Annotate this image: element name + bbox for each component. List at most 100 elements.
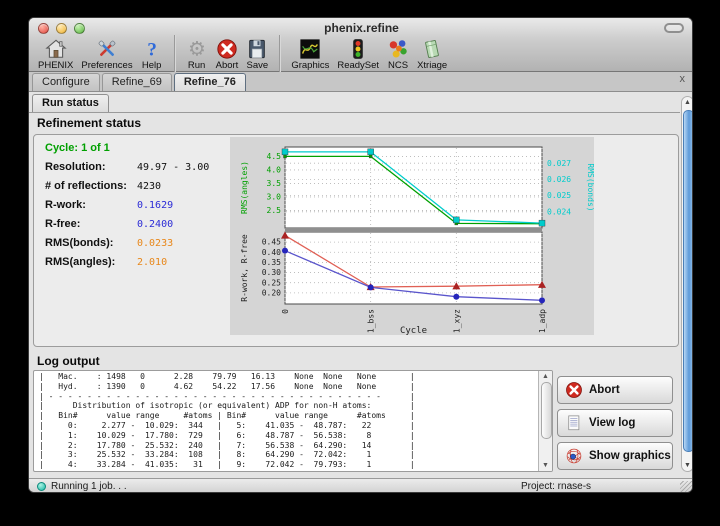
- stat-value: 2.010: [137, 257, 167, 268]
- toolbar-button-ncs[interactable]: NCS: [383, 37, 413, 71]
- close-tab-icon[interactable]: x: [680, 74, 686, 85]
- svg-text:2.5: 2.5: [267, 206, 282, 215]
- svg-text:4.5: 4.5: [267, 152, 282, 161]
- main-scrollbar[interactable]: ▲ ▼: [681, 96, 693, 472]
- screenshot-stage: phenix.refine PHENIXPreferences?Help⚙Run…: [0, 0, 720, 526]
- main-scrollbar-thumb[interactable]: [683, 110, 693, 452]
- log-text: | Mac. : 1498 0 2.28 79.79 16.13 None No…: [39, 372, 415, 470]
- toolbar-button-save[interactable]: Save: [242, 37, 272, 71]
- button-label: Abort: [589, 384, 620, 396]
- project-label: Project: rnase-s: [521, 481, 591, 492]
- stat-value: 49.97 - 3.00: [137, 162, 209, 173]
- refinement-chart: 4.5 4.0 3.5 3.0 2.5 0.027 0.026 0.025 0.024 RMS(b…: [230, 137, 594, 335]
- stat-value: 0.0233: [137, 238, 173, 249]
- app-window: phenix.refine PHENIXPreferences?Help⚙Run…: [28, 17, 693, 493]
- svg-text:RMS(bonds): RMS(bonds): [586, 163, 594, 211]
- divider: [29, 112, 680, 113]
- stat-value: 0.2400: [137, 219, 173, 230]
- svg-text:0.027: 0.027: [547, 159, 571, 168]
- svg-text:Cycle: Cycle: [400, 326, 427, 335]
- question-icon: ?: [141, 38, 163, 60]
- tab-run-status[interactable]: Run status: [32, 94, 109, 112]
- svg-text:3.0: 3.0: [267, 193, 282, 202]
- toolbar-button-readyset[interactable]: ReadySet: [333, 37, 383, 71]
- stat-value: 4230: [137, 181, 161, 192]
- tab-refine_69[interactable]: Refine_69: [102, 73, 172, 91]
- graphics-icon: [299, 38, 321, 60]
- molecule-icon: [565, 447, 583, 465]
- gear-icon: ⚙: [186, 38, 208, 60]
- toolbar-button-xtriage[interactable]: Xtriage: [413, 37, 451, 71]
- titlebar[interactable]: phenix.refine: [29, 18, 693, 38]
- stat-row-r-work: R-work:0.1629: [45, 199, 173, 211]
- log-scrollbar-thumb[interactable]: [541, 382, 552, 439]
- show-graphics-button[interactable]: Show graphics: [557, 442, 673, 470]
- tab-strip: ConfigureRefine_69Refine_76: [29, 72, 693, 92]
- toolbar-separator: [174, 35, 175, 73]
- toolbar-button-phenix[interactable]: PHENIX: [34, 37, 77, 71]
- window-chrome: phenix.refine PHENIXPreferences?Help⚙Run…: [29, 18, 693, 72]
- scroll-up-icon[interactable]: ▲: [682, 99, 693, 106]
- stat-value: 0.1629: [137, 200, 173, 211]
- svg-text:0.026: 0.026: [547, 175, 571, 184]
- stat-label: RMS(angles):: [45, 256, 137, 268]
- svg-text:0.024: 0.024: [547, 207, 571, 216]
- svg-text:0.30: 0.30: [262, 268, 281, 277]
- svg-text:RMS(angles): RMS(angles): [240, 161, 249, 214]
- refinement-stats-panel: Cycle: 1 of 1 Resolution:49.97 - 3.00# o…: [33, 134, 679, 347]
- scroll-down-icon[interactable]: ▼: [682, 462, 693, 469]
- toolbar-button-abort[interactable]: Abort: [212, 37, 243, 71]
- svg-text:0.25: 0.25: [262, 278, 281, 287]
- tab-configure[interactable]: Configure: [32, 73, 100, 91]
- scroll-down-icon[interactable]: ▼: [539, 462, 552, 469]
- svg-text:0.35: 0.35: [262, 258, 281, 267]
- log-output-heading: Log output: [37, 354, 100, 368]
- status-bar: Running 1 job. . . Project: rnase-s: [29, 478, 693, 493]
- svg-text:3.5: 3.5: [267, 179, 282, 188]
- svg-text:R-work, R-free: R-work, R-free: [240, 234, 249, 302]
- traffic-light-icon: [347, 38, 369, 60]
- ncs-icon: [387, 38, 409, 60]
- resize-grip[interactable]: [680, 481, 692, 493]
- toolbar-button-run[interactable]: ⚙Run: [182, 37, 212, 71]
- toolbar-toggle-button[interactable]: [664, 23, 684, 33]
- save-icon: [246, 38, 268, 60]
- status-message: Running 1 job. . .: [51, 481, 127, 492]
- svg-text:⚙: ⚙: [188, 38, 206, 60]
- stat-row-r-free: R-free:0.2400: [45, 218, 173, 230]
- toolbar-label: Preferences: [81, 61, 132, 71]
- svg-text:0.20: 0.20: [262, 288, 281, 297]
- stat-label: R-free:: [45, 218, 137, 230]
- toolbar: PHENIXPreferences?Help⚙RunAbortSaveGraph…: [29, 36, 456, 71]
- toolbar-label: Graphics: [291, 61, 329, 71]
- house-icon: [45, 38, 67, 60]
- xtriage-icon: [421, 38, 443, 60]
- stat-row-rms-bonds: RMS(bonds):0.0233: [45, 237, 173, 249]
- tools-icon: [96, 38, 118, 60]
- toolbar-label: PHENIX: [38, 61, 73, 71]
- button-label: View log: [589, 417, 635, 429]
- svg-text:4.0: 4.0: [267, 166, 282, 175]
- chart-canvas: 4.5 4.0 3.5 3.0 2.5 0.027 0.026 0.025 0.024 RMS(b…: [230, 137, 594, 335]
- view-log-button[interactable]: View log: [557, 409, 673, 437]
- toolbar-button-graphics[interactable]: Graphics: [287, 37, 333, 71]
- tab-refine_76[interactable]: Refine_76: [174, 73, 246, 91]
- scroll-up-icon[interactable]: ▲: [539, 373, 552, 380]
- toolbar-label: Help: [142, 61, 162, 71]
- toolbar-button-help[interactable]: ?Help: [137, 37, 167, 71]
- svg-text:0: 0: [281, 309, 290, 314]
- svg-text:1_xyz: 1_xyz: [452, 309, 461, 333]
- svg-text:0.40: 0.40: [262, 248, 281, 257]
- log-output-panel[interactable]: | Mac. : 1498 0 2.28 79.79 16.13 None No…: [33, 370, 553, 472]
- toolbar-label: NCS: [388, 61, 408, 71]
- stat-label: RMS(bonds):: [45, 237, 137, 249]
- toolbar-button-preferences[interactable]: Preferences: [77, 37, 136, 71]
- svg-text:0.025: 0.025: [547, 191, 571, 200]
- toolbar-label: Abort: [216, 61, 239, 71]
- stat-row-resolution: Resolution:49.97 - 3.00: [45, 161, 209, 173]
- toolbar-label: Run: [188, 61, 205, 71]
- abort-button[interactable]: Abort: [557, 376, 673, 404]
- svg-text:0.45: 0.45: [262, 238, 281, 247]
- svg-text:?: ?: [147, 39, 157, 60]
- log-scrollbar[interactable]: ▲ ▼: [538, 371, 552, 471]
